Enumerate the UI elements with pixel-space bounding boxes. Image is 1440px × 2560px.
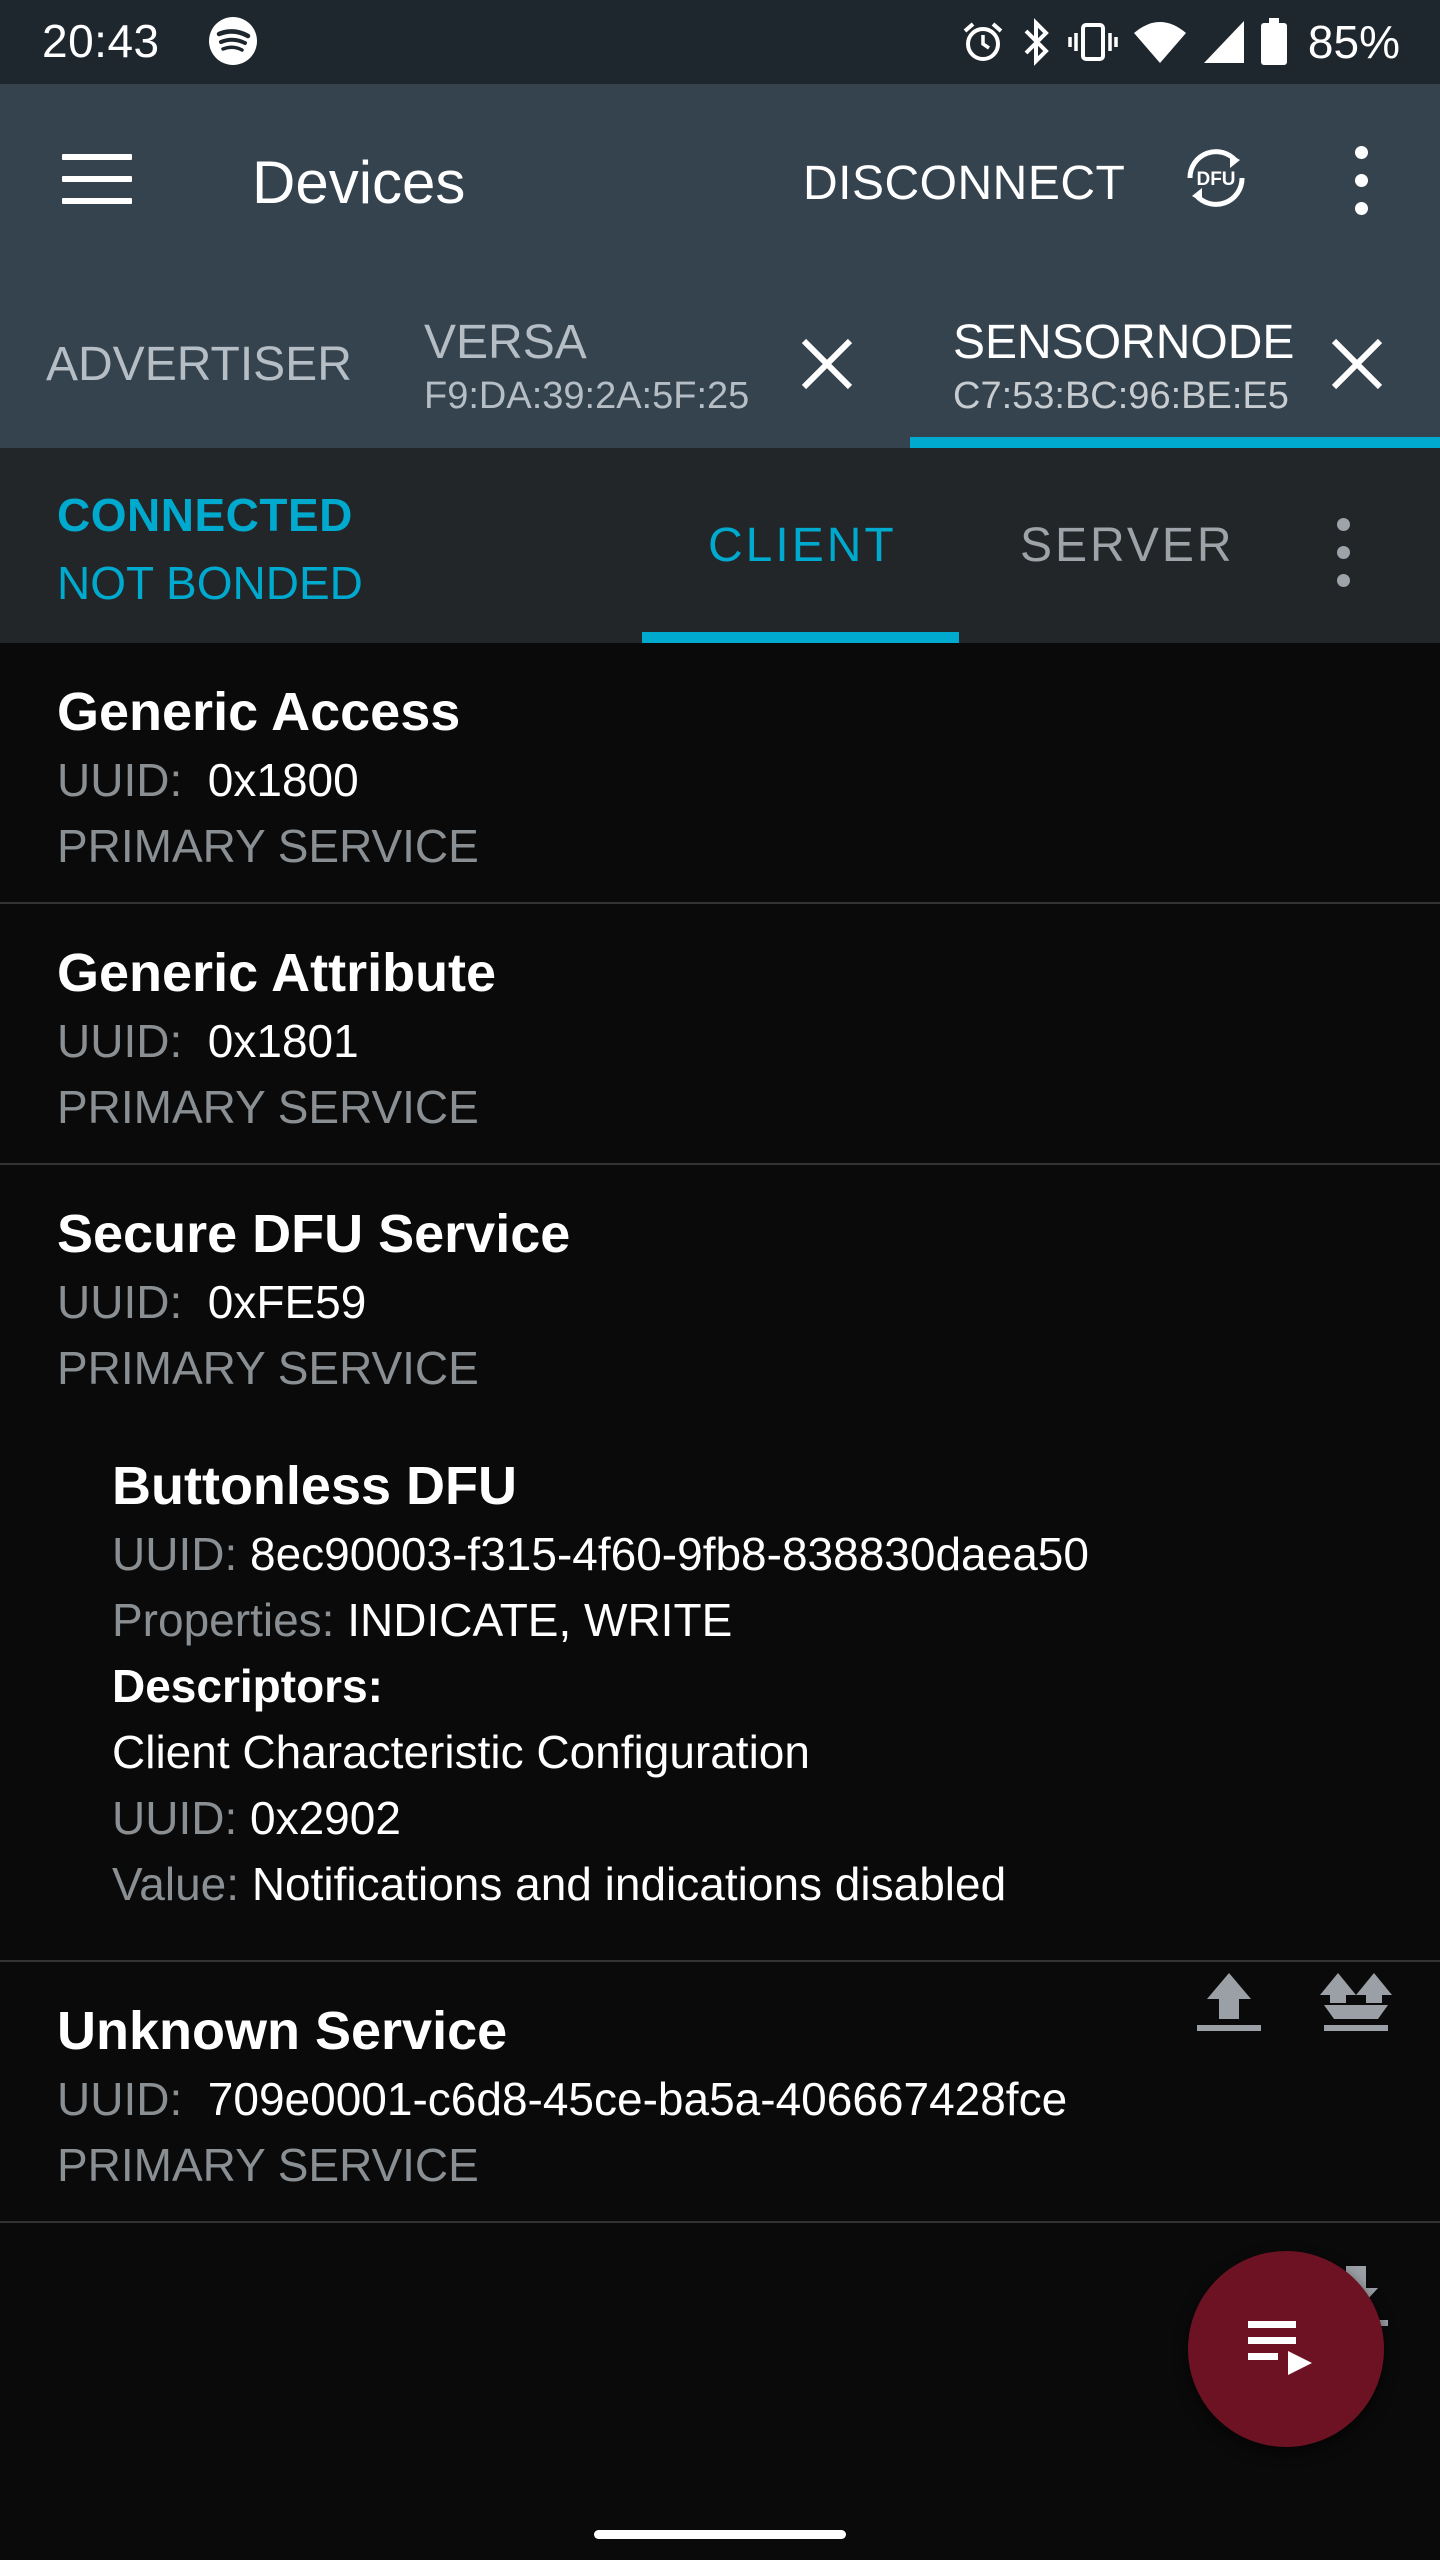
selected-tab-indicator <box>642 632 959 643</box>
service-uuid: UUID: 0xFE59 <box>57 1276 367 1328</box>
spotify-icon <box>209 17 257 65</box>
service-name: Generic Access <box>57 682 461 742</box>
close-icon[interactable] <box>800 337 854 391</box>
service-list: Generic Access UUID: 0x1800 PRIMARY SERV… <box>0 643 1440 2326</box>
bond-status: NOT BONDED <box>57 557 363 609</box>
bluetooth-icon <box>1024 18 1049 66</box>
svg-text:DFU: DFU <box>1196 169 1235 190</box>
connection-status: CONNECTED <box>57 489 353 541</box>
playlist-play-icon <box>1248 2321 1312 2375</box>
service-type: PRIMARY SERVICE <box>57 1081 479 1133</box>
vibrate-icon <box>1068 23 1118 61</box>
device-name: VERSA <box>424 316 587 369</box>
status-time: 20:43 <box>42 15 160 67</box>
alarm-icon <box>963 22 1003 61</box>
log-fab-button[interactable] <box>1188 2251 1384 2447</box>
descriptors-heading: Descriptors: <box>112 1660 383 1712</box>
connection-bar: CONNECTED NOT BONDED CLIENT SERVER <box>0 448 1440 643</box>
service-name: Secure DFU Service <box>57 1204 571 1264</box>
list-item[interactable]: Unknown Service UUID: 709e0001-c6d8-45ce… <box>0 1962 1440 2223</box>
service-type: PRIMARY SERVICE <box>57 2139 479 2191</box>
service-name: Unknown Service <box>57 2001 508 2061</box>
device-address: F9:DA:39:2A:5F:25 <box>424 375 750 417</box>
list-item[interactable]: Secure DFU Service UUID: 0xFE59 PRIMARY … <box>0 1165 1440 2326</box>
selected-tab-indicator <box>910 437 1440 448</box>
app-toolbar: Devices DISCONNECT DFU <box>0 84 1440 279</box>
service-name: Generic Attribute <box>57 943 497 1003</box>
service-type: PRIMARY SERVICE <box>57 820 479 872</box>
menu-icon[interactable] <box>62 154 132 210</box>
status-icons: 85% <box>960 14 1400 70</box>
tab-advertiser[interactable]: ADVERTISER <box>46 337 352 392</box>
more-options-icon[interactable] <box>1328 518 1358 588</box>
service-uuid: UUID: 0x1801 <box>57 1015 359 1067</box>
characteristic-uuid: UUID: 8ec90003-f315-4f60-9fb8-838830daea… <box>112 1528 1089 1580</box>
tab-client[interactable]: CLIENT <box>708 518 897 573</box>
service-uuid: UUID: 0x1800 <box>57 754 359 806</box>
dfu-icon[interactable]: DFU <box>1180 142 1252 214</box>
service-type: PRIMARY SERVICE <box>57 1342 479 1394</box>
tab-server[interactable]: SERVER <box>1020 518 1235 573</box>
list-item[interactable]: Generic Attribute UUID: 0x1801 PRIMARY S… <box>0 904 1440 1165</box>
descriptor-name: Client Characteristic Configuration <box>112 1726 810 1778</box>
device-address: C7:53:BC:96:BE:E5 <box>953 375 1289 417</box>
device-tabs: ADVERTISER VERSA F9:DA:39:2A:5F:25 SENSO… <box>0 279 1440 448</box>
gesture-nav-bar[interactable] <box>594 2530 846 2539</box>
list-item[interactable]: Generic Access UUID: 0x1800 PRIMARY SERV… <box>0 643 1440 904</box>
service-uuid: UUID: 709e0001-c6d8-45ce-ba5a-406667428f… <box>57 2073 1068 2125</box>
characteristic-properties: Properties: INDICATE, WRITE <box>112 1594 733 1646</box>
characteristic-name: Buttonless DFU <box>112 1456 517 1516</box>
page-title: Devices <box>252 149 466 216</box>
more-options-icon[interactable] <box>1346 146 1376 216</box>
descriptor-uuid: UUID: 0x2902 <box>112 1792 401 1844</box>
wifi-icon <box>1133 22 1186 63</box>
disconnect-button[interactable]: DISCONNECT <box>803 156 1125 211</box>
battery-percent: 85% <box>1307 16 1400 68</box>
signal-icon <box>1203 21 1244 63</box>
battery-icon <box>1260 18 1287 65</box>
descriptor-value: Value: Notifications and indications dis… <box>112 1858 1007 1910</box>
close-icon[interactable] <box>1330 337 1384 391</box>
device-name: SENSORNODE <box>953 316 1295 369</box>
status-bar: 20:43 85% <box>0 0 1440 84</box>
